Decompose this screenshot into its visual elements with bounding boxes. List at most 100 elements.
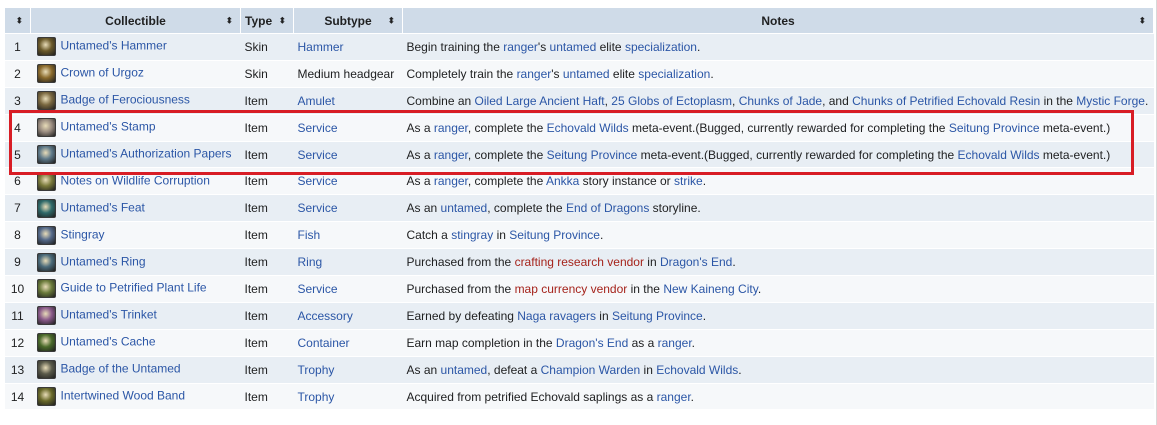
notes-link[interactable]: ranger bbox=[517, 67, 552, 81]
collectible-cell: Untamed's Hammer bbox=[30, 33, 241, 61]
papers-icon[interactable] bbox=[36, 145, 56, 164]
notes-text: As an bbox=[406, 201, 441, 216]
notes-link[interactable]: strike bbox=[674, 174, 703, 188]
notes-redlink[interactable]: map currency vendor bbox=[515, 282, 628, 296]
notes-link[interactable]: ranger bbox=[434, 121, 468, 135]
notes-link[interactable]: ranger bbox=[658, 336, 692, 350]
notes-link[interactable]: Seitung Province bbox=[509, 228, 600, 242]
collectible-link[interactable]: Untamed's Feat bbox=[61, 200, 145, 214]
crown-icon[interactable] bbox=[36, 64, 56, 84]
guide-icon[interactable] bbox=[36, 279, 56, 299]
header-num[interactable]: ⬍ bbox=[4, 7, 31, 34]
table-row: 1 Untamed's Hammer Skin Hammer Begin trainin… bbox=[4, 33, 1154, 61]
collectible-link[interactable]: Badge of Ferociousness bbox=[61, 93, 190, 107]
sort-icon[interactable]: ⬍ bbox=[278, 16, 286, 25]
notes-link[interactable]: ranger bbox=[434, 174, 468, 188]
collectible-link[interactable]: Untamed's Stamp bbox=[61, 120, 156, 134]
row-number: 5 bbox=[4, 141, 31, 169]
stamp-icon[interactable] bbox=[36, 118, 56, 138]
subtype-link[interactable]: Service bbox=[298, 174, 338, 188]
collectible-link[interactable]: Badge of the Untamed bbox=[61, 362, 181, 376]
collectible-link[interactable]: Untamed's Ring bbox=[61, 254, 146, 268]
notes-link[interactable]: untamed bbox=[441, 363, 488, 377]
trinket-icon[interactable] bbox=[36, 306, 56, 326]
collectible-link[interactable]: Guide to Petrified Plant Life bbox=[61, 281, 207, 295]
notes-link[interactable]: ranger bbox=[434, 148, 468, 162]
notes-link[interactable]: untamed bbox=[441, 201, 488, 215]
notes-text: As an bbox=[406, 362, 441, 377]
notes-link[interactable]: untamed bbox=[563, 67, 610, 81]
notes-link[interactable]: Echovald Wilds bbox=[656, 363, 738, 377]
subtype-link[interactable]: Trophy bbox=[298, 390, 335, 404]
cache-icon[interactable] bbox=[36, 333, 56, 353]
table-row: 9 Untamed's Ring Item Ring Purchased from th… bbox=[4, 248, 1154, 277]
wood-band-icon[interactable] bbox=[36, 387, 56, 407]
header-type[interactable]: Type ⬍ bbox=[240, 7, 294, 34]
notes-link[interactable]: Seitung Province bbox=[949, 121, 1040, 135]
collectible-link[interactable]: Notes on Wildlife Corruption bbox=[61, 174, 210, 188]
notes-link[interactable]: Dragon's End bbox=[660, 255, 732, 269]
notes-icon[interactable] bbox=[36, 171, 56, 191]
feat-icon[interactable] bbox=[36, 198, 56, 218]
notes-link[interactable]: Seitung Province bbox=[612, 309, 703, 323]
subtype-link[interactable]: Container bbox=[298, 336, 350, 350]
collectible-link[interactable]: Untamed's Trinket bbox=[61, 308, 157, 322]
notes-cell: As an untamed, defeat a Champion Warden … bbox=[402, 356, 1154, 384]
sort-icon[interactable]: ⬍ bbox=[387, 16, 395, 25]
collectible-link[interactable]: Intertwined Wood Band bbox=[61, 389, 186, 403]
notes-link[interactable]: Echovald Wilds bbox=[958, 148, 1040, 162]
subtype-link[interactable]: Service bbox=[298, 201, 338, 215]
notes-link[interactable]: specialization bbox=[638, 67, 710, 81]
subtype-link[interactable]: Fish bbox=[298, 228, 321, 242]
notes-link[interactable]: Naga ravagers bbox=[517, 309, 596, 323]
notes-link[interactable]: End of Dragons bbox=[566, 201, 649, 215]
notes-text: 's bbox=[537, 39, 550, 54]
notes-link[interactable]: Chunks of Petrified Echovald Resin bbox=[852, 94, 1040, 108]
hammer-icon[interactable] bbox=[36, 37, 56, 57]
notes-link[interactable]: Seitung Province bbox=[547, 148, 638, 162]
header-collectible[interactable]: Collectible ⬍ bbox=[30, 7, 241, 34]
notes-link[interactable]: New Kaineng City bbox=[663, 282, 758, 296]
subtype-link[interactable]: Service bbox=[298, 282, 338, 296]
subtype-link[interactable]: Accessory bbox=[298, 309, 353, 323]
notes-link[interactable]: 25 Globs of Ectoplasm bbox=[611, 94, 732, 108]
subtype-link[interactable]: Service bbox=[298, 121, 338, 135]
collectible-link[interactable]: Untamed's Cache bbox=[61, 335, 156, 349]
ring-icon[interactable] bbox=[36, 252, 56, 272]
collectible-link[interactable]: Stingray bbox=[61, 227, 105, 241]
notes-link[interactable]: Chunks of Jade bbox=[739, 94, 822, 108]
subtype-link[interactable]: Amulet bbox=[298, 94, 335, 108]
subtype-cell: Fish bbox=[293, 221, 403, 250]
untamed-badge-icon[interactable] bbox=[36, 360, 56, 380]
notes-link[interactable]: specialization bbox=[625, 40, 697, 54]
notes-link[interactable]: untamed bbox=[550, 40, 597, 54]
notes-link[interactable]: Mystic Forge bbox=[1076, 94, 1145, 108]
notes-cell: Purchased from the map currency vendor i… bbox=[402, 275, 1154, 303]
sort-icon[interactable]: ⬍ bbox=[1138, 16, 1146, 25]
header-subtype[interactable]: Subtype ⬍ bbox=[293, 7, 403, 34]
header-notes[interactable]: Notes ⬍ bbox=[402, 7, 1154, 34]
collectible-link[interactable]: Untamed's Hammer bbox=[61, 39, 167, 53]
notes-link[interactable]: ranger bbox=[657, 390, 691, 404]
subtype-link[interactable]: Ring bbox=[298, 255, 323, 269]
notes-link[interactable]: Dragon's End bbox=[556, 336, 628, 350]
sort-icon[interactable]: ⬍ bbox=[225, 16, 233, 25]
notes-link[interactable]: Oiled Large Ancient Haft bbox=[475, 94, 605, 108]
notes-text: As a bbox=[406, 120, 434, 135]
notes-redlink[interactable]: crafting research vendor bbox=[515, 255, 644, 269]
notes-link[interactable]: stingray bbox=[451, 228, 493, 242]
collectible-link[interactable]: Crown of Urgoz bbox=[61, 66, 144, 80]
stingray-icon[interactable] bbox=[36, 225, 56, 245]
subtype-link[interactable]: Service bbox=[298, 148, 338, 162]
collectible-link[interactable]: Untamed's Authorization Papers bbox=[61, 147, 232, 161]
table-row: 13 Badge of the Untamed Item Trophy As an un… bbox=[4, 356, 1154, 384]
notes-link[interactable]: ranger bbox=[503, 40, 538, 54]
collectible-cell: Untamed's Authorization Papers bbox=[30, 141, 241, 169]
notes-link[interactable]: Champion Warden bbox=[541, 363, 641, 377]
notes-link[interactable]: Ankka bbox=[546, 174, 579, 188]
notes-link[interactable]: Echovald Wilds bbox=[547, 121, 629, 135]
sort-icon[interactable]: ⬍ bbox=[15, 16, 23, 25]
badge-icon[interactable] bbox=[36, 91, 56, 111]
subtype-link[interactable]: Trophy bbox=[298, 363, 335, 377]
subtype-link[interactable]: Hammer bbox=[298, 40, 344, 54]
